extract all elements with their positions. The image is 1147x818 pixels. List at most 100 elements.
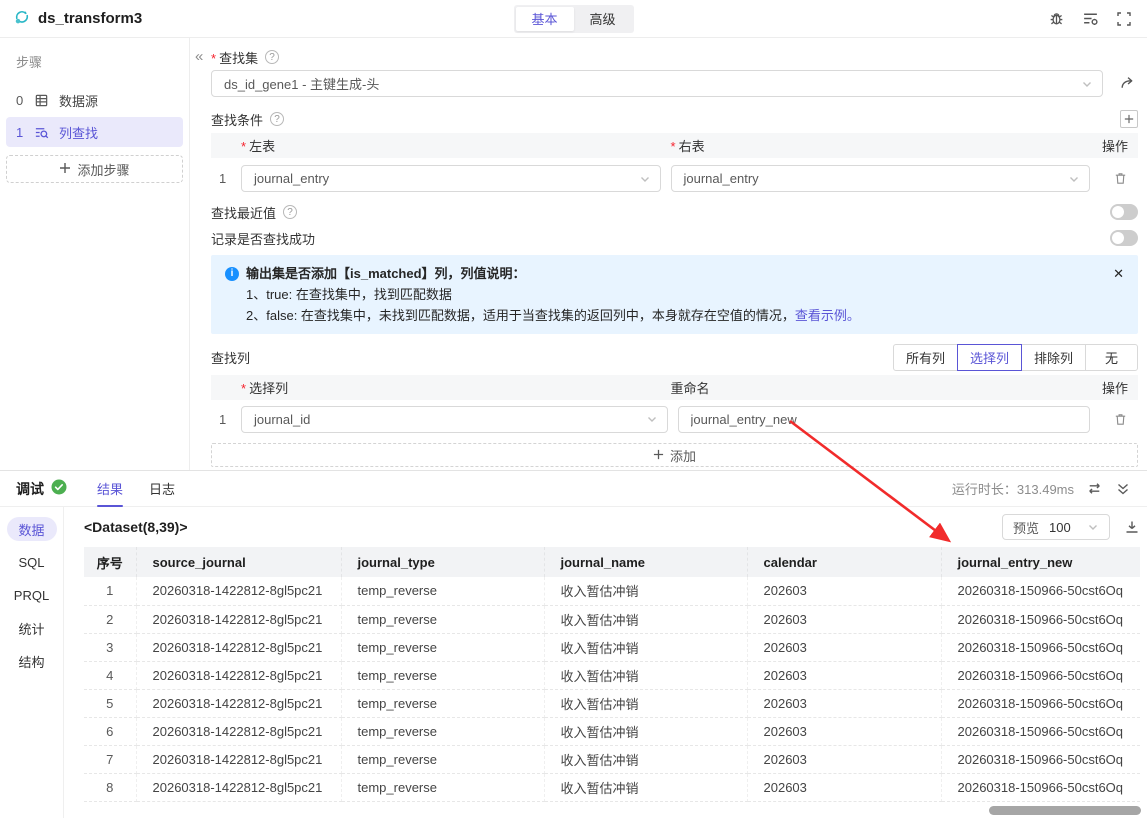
result-area: <Dataset(8,39)> 预览 100 [64,507,1147,818]
debug-header-right: 运行时长：313.49ms [952,479,1131,498]
chevron-down-icon [646,413,658,425]
cell: 收入暂估冲销 [544,633,747,661]
tab-stats[interactable]: 统计 [7,616,57,640]
tab-data[interactable]: 数据 [7,517,57,541]
info-title: 输出集是否添加【is_matched】列，列值说明： [246,263,526,284]
table-row: 420260318-1422812-8gl5pc21temp_reverse收入… [84,661,1140,689]
column-header-select-column: 选择列 [241,378,661,397]
fullscreen-icon[interactable] [1116,11,1132,27]
cell: 202603 [747,633,941,661]
close-icon[interactable]: ✕ [1113,263,1124,284]
cell: temp_reverse [341,605,544,633]
app-title: ds_transform3 [38,10,142,27]
cell: 收入暂估冲销 [544,745,747,773]
nearest-value-toggle[interactable] [1110,204,1138,220]
tab-structure[interactable]: 结构 [7,649,57,673]
mode-select-columns[interactable]: 选择列 [957,344,1022,371]
tab-advanced[interactable]: 高级 [574,7,632,31]
select-column-value: journal_id [254,412,310,427]
results-column-header: calendar [747,547,941,577]
add-column-button[interactable]: 添加 [211,443,1138,467]
column-header-operation: 操作 [1090,378,1138,397]
lookup-set-value: ds_id_gene1 - 主键生成-头 [224,74,379,93]
tab-results[interactable]: 结果 [97,471,123,507]
row-index-cell: 8 [84,773,136,801]
step-item-datasource[interactable]: 0 数据源 [6,85,183,115]
results-table-head-row: 序号source_journaljournal_typejournal_name… [84,547,1140,577]
info-line-false: 2、false: 在查找集中，未找到匹配数据，适用于当查找集的返回列中，本身就存… [225,305,1108,326]
table-row: 720260318-1422812-8gl5pc21temp_reverse收入… [84,745,1140,773]
tab-sql[interactable]: SQL [7,550,57,574]
row-index: 1 [211,412,241,427]
condition-label: 查找条件 [211,110,263,129]
chevron-down-icon [639,173,651,185]
cell: temp_reverse [341,689,544,717]
mode-all-columns[interactable]: 所有列 [893,344,958,371]
result-meta-row: <Dataset(8,39)> 预览 100 [84,507,1140,547]
chevron-down-icon [1081,78,1093,90]
lookup-columns-header-row: 查找列 所有列 选择列 排除列 无 [211,344,1138,371]
tab-basic[interactable]: 基本 [516,7,574,31]
step-index: 1 [16,125,24,140]
row-index-cell: 1 [84,577,136,605]
cell: 20260318-1422812-8gl5pc21 [136,745,341,773]
cell: 20260318-1422812-8gl5pc21 [136,633,341,661]
cell: 20260318-1422812-8gl5pc21 [136,717,341,745]
mode-tabs: 基本 高级 [514,5,634,33]
step-label: 列查找 [59,123,98,142]
cell: 20260318-1422812-8gl5pc21 [136,773,341,801]
rename-input[interactable] [678,406,1091,433]
delete-row-icon[interactable] [1113,412,1128,427]
left-table-select[interactable]: journal_entry [241,165,661,192]
preview-count-select[interactable]: 预览 100 [1002,514,1110,540]
cell: 20260318-150966-50cst6Oq [941,633,1140,661]
cell: 202603 [747,773,941,801]
record-matched-row: 记录是否查找成功 [211,225,1138,251]
tab-logs[interactable]: 日志 [149,471,175,507]
row-index-cell: 3 [84,633,136,661]
add-step-label: 添加步骤 [77,160,129,179]
condition-header-row: 查找条件 [211,109,1138,129]
column-header-right-table: 右表 [671,136,1091,155]
open-dataset-icon[interactable] [1119,75,1136,92]
right-table-select[interactable]: journal_entry [671,165,1091,192]
help-icon[interactable] [270,112,284,126]
help-icon[interactable] [265,50,279,64]
row-index-cell: 4 [84,661,136,689]
results-table: 序号source_journaljournal_typejournal_name… [84,547,1140,802]
table-row: 320260318-1422812-8gl5pc21temp_reverse收入… [84,633,1140,661]
add-step-button[interactable]: 添加步骤 [6,155,183,183]
mode-exclude-columns[interactable]: 排除列 [1021,344,1086,371]
success-check-icon [51,479,67,498]
mode-none[interactable]: 无 [1085,344,1138,371]
condition-table-header: 左表 右表 操作 [211,133,1138,158]
cell: temp_reverse [341,577,544,605]
select-column-select[interactable]: journal_id [241,406,668,433]
collapse-panel-icon[interactable]: « [195,48,203,66]
column-header-operation: 操作 [1090,136,1138,155]
collapse-panel-icon[interactable] [1115,481,1131,497]
download-icon[interactable] [1124,519,1140,535]
dataset-label: <Dataset(8,39)> [84,519,188,535]
cell: 收入暂估冲销 [544,605,747,633]
cell: temp_reverse [341,773,544,801]
lookup-set-select[interactable]: ds_id_gene1 - 主键生成-头 [211,70,1103,97]
step-item-column-lookup[interactable]: 1 列查找 [6,117,183,147]
top-bar: ds_transform3 基本 高级 [0,0,1147,38]
step-index: 0 [16,93,24,108]
delete-row-icon[interactable] [1113,171,1128,186]
row-index-cell: 2 [84,605,136,633]
lookup-set-label-row: 查找集 [211,48,1138,66]
horizontal-scrollbar[interactable] [989,806,1141,815]
bug-icon[interactable] [1048,10,1065,27]
settings-list-icon[interactable] [1082,10,1099,27]
help-icon[interactable] [283,205,297,219]
cell: 202603 [747,717,941,745]
record-matched-toggle[interactable] [1110,230,1138,246]
cell: 20260318-1422812-8gl5pc21 [136,605,341,633]
add-condition-button[interactable] [1120,110,1138,128]
cell: 202603 [747,689,941,717]
tab-prql[interactable]: PRQL [7,583,57,607]
resize-horizontal-icon[interactable] [1086,480,1103,497]
view-example-link[interactable]: 查看示例。 [795,308,860,323]
